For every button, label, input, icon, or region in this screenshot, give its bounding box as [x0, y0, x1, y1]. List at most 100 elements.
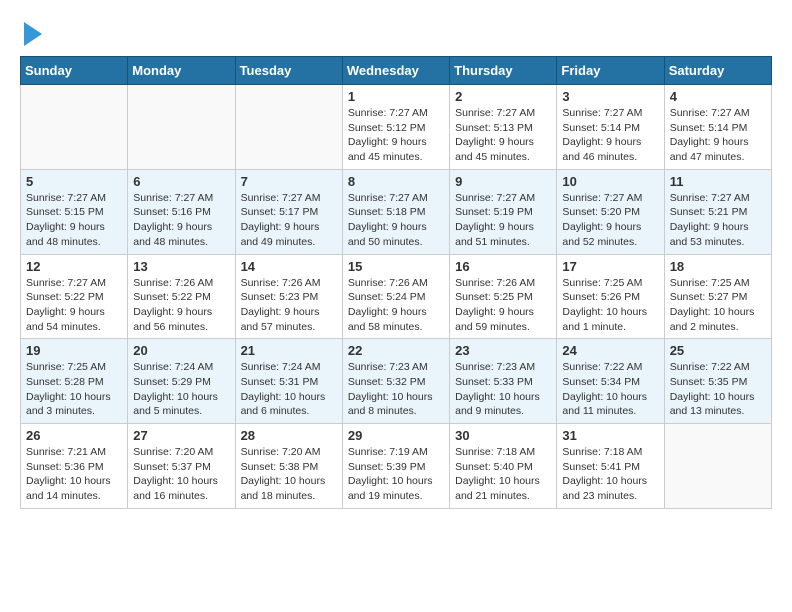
- day-number: 25: [670, 343, 766, 358]
- day-info: Sunrise: 7:27 AM Sunset: 5:15 PM Dayligh…: [26, 191, 122, 250]
- calendar-cell: [128, 85, 235, 170]
- day-info: Sunrise: 7:23 AM Sunset: 5:32 PM Dayligh…: [348, 360, 444, 419]
- day-info: Sunrise: 7:27 AM Sunset: 5:14 PM Dayligh…: [562, 106, 658, 165]
- day-number: 15: [348, 259, 444, 274]
- day-info: Sunrise: 7:18 AM Sunset: 5:41 PM Dayligh…: [562, 445, 658, 504]
- day-number: 10: [562, 174, 658, 189]
- weekday-header-saturday: Saturday: [664, 57, 771, 85]
- weekday-header-row: SundayMondayTuesdayWednesdayThursdayFrid…: [21, 57, 772, 85]
- calendar-cell: 30 Sunrise: 7:18 AM Sunset: 5:40 PM Dayli…: [450, 424, 557, 509]
- day-info: Sunrise: 7:27 AM Sunset: 5:12 PM Dayligh…: [348, 106, 444, 165]
- calendar-cell: 4 Sunrise: 7:27 AM Sunset: 5:14 PM Daylig…: [664, 85, 771, 170]
- calendar-cell: 31 Sunrise: 7:18 AM Sunset: 5:41 PM Dayli…: [557, 424, 664, 509]
- calendar-cell: 11Sunrise: 7:27 AM Sunset: 5:21 PM Dayli…: [664, 169, 771, 254]
- day-info: Sunrise: 7:20 AM Sunset: 5:38 PM Dayligh…: [241, 445, 337, 504]
- day-number: 22: [348, 343, 444, 358]
- day-info: Sunrise: 7:24 AM Sunset: 5:31 PM Dayligh…: [241, 360, 337, 419]
- calendar-cell: 12 Sunrise: 7:27 AM Sunset: 5:22 PM Dayli…: [21, 254, 128, 339]
- calendar-table: SundayMondayTuesdayWednesdayThursdayFrid…: [20, 56, 772, 509]
- week-row-3: 12 Sunrise: 7:27 AM Sunset: 5:22 PM Dayli…: [21, 254, 772, 339]
- calendar-cell: 19 Sunrise: 7:25 AM Sunset: 5:28 PM Dayli…: [21, 339, 128, 424]
- weekday-header-wednesday: Wednesday: [342, 57, 449, 85]
- calendar-cell: 28 Sunrise: 7:20 AM Sunset: 5:38 PM Dayli…: [235, 424, 342, 509]
- day-number: 31: [562, 428, 658, 443]
- day-number: 12: [26, 259, 122, 274]
- day-info: Sunrise: 7:24 AM Sunset: 5:29 PM Dayligh…: [133, 360, 229, 419]
- calendar-cell: 22 Sunrise: 7:23 AM Sunset: 5:32 PM Dayli…: [342, 339, 449, 424]
- calendar-cell: 8 Sunrise: 7:27 AM Sunset: 5:18 PM Daylig…: [342, 169, 449, 254]
- calendar-cell: 24Sunrise: 7:22 AM Sunset: 5:34 PM Dayli…: [557, 339, 664, 424]
- weekday-header-friday: Friday: [557, 57, 664, 85]
- day-number: 29: [348, 428, 444, 443]
- calendar-cell: 17 Sunrise: 7:25 AM Sunset: 5:26 PM Dayli…: [557, 254, 664, 339]
- day-info: Sunrise: 7:26 AM Sunset: 5:22 PM Dayligh…: [133, 276, 229, 335]
- day-info: Sunrise: 7:25 AM Sunset: 5:28 PM Dayligh…: [26, 360, 122, 419]
- day-number: 21: [241, 343, 337, 358]
- calendar-cell: 16Sunrise: 7:26 AM Sunset: 5:25 PM Dayli…: [450, 254, 557, 339]
- day-number: 8: [348, 174, 444, 189]
- day-info: Sunrise: 7:25 AM Sunset: 5:26 PM Dayligh…: [562, 276, 658, 335]
- calendar-cell: 7 Sunrise: 7:27 AM Sunset: 5:17 PM Daylig…: [235, 169, 342, 254]
- day-number: 16: [455, 259, 551, 274]
- day-number: 7: [241, 174, 337, 189]
- day-number: 23: [455, 343, 551, 358]
- day-info: Sunrise: 7:19 AM Sunset: 5:39 PM Dayligh…: [348, 445, 444, 504]
- calendar-cell: 3 Sunrise: 7:27 AM Sunset: 5:14 PM Daylig…: [557, 85, 664, 170]
- logo: [20, 20, 42, 46]
- calendar-cell: 20 Sunrise: 7:24 AM Sunset: 5:29 PM Dayli…: [128, 339, 235, 424]
- day-number: 3: [562, 89, 658, 104]
- day-number: 18: [670, 259, 766, 274]
- weekday-header-sunday: Sunday: [21, 57, 128, 85]
- day-info: Sunrise: 7:22 AM Sunset: 5:35 PM Dayligh…: [670, 360, 766, 419]
- day-info: Sunrise: 7:27 AM Sunset: 5:19 PM Dayligh…: [455, 191, 551, 250]
- day-info: Sunrise: 7:23 AM Sunset: 5:33 PM Dayligh…: [455, 360, 551, 419]
- calendar-cell: 14 Sunrise: 7:26 AM Sunset: 5:23 PM Dayli…: [235, 254, 342, 339]
- calendar-cell: [664, 424, 771, 509]
- calendar-cell: 2Sunrise: 7:27 AM Sunset: 5:13 PM Daylig…: [450, 85, 557, 170]
- day-number: 5: [26, 174, 122, 189]
- day-number: 2: [455, 89, 551, 104]
- calendar-cell: 21 Sunrise: 7:24 AM Sunset: 5:31 PM Dayli…: [235, 339, 342, 424]
- calendar-cell: 9Sunrise: 7:27 AM Sunset: 5:19 PM Daylig…: [450, 169, 557, 254]
- calendar-cell: 23 Sunrise: 7:23 AM Sunset: 5:33 PM Dayli…: [450, 339, 557, 424]
- day-number: 13: [133, 259, 229, 274]
- day-info: Sunrise: 7:27 AM Sunset: 5:17 PM Dayligh…: [241, 191, 337, 250]
- day-info: Sunrise: 7:20 AM Sunset: 5:37 PM Dayligh…: [133, 445, 229, 504]
- day-info: Sunrise: 7:25 AM Sunset: 5:27 PM Dayligh…: [670, 276, 766, 335]
- day-number: 6: [133, 174, 229, 189]
- day-info: Sunrise: 7:18 AM Sunset: 5:40 PM Dayligh…: [455, 445, 551, 504]
- calendar-cell: 5 Sunrise: 7:27 AM Sunset: 5:15 PM Daylig…: [21, 169, 128, 254]
- day-number: 4: [670, 89, 766, 104]
- calendar-cell: 1 Sunrise: 7:27 AM Sunset: 5:12 PM Daylig…: [342, 85, 449, 170]
- day-number: 20: [133, 343, 229, 358]
- week-row-5: 26 Sunrise: 7:21 AM Sunset: 5:36 PM Dayli…: [21, 424, 772, 509]
- day-number: 26: [26, 428, 122, 443]
- day-info: Sunrise: 7:21 AM Sunset: 5:36 PM Dayligh…: [26, 445, 122, 504]
- calendar-cell: [235, 85, 342, 170]
- day-number: 14: [241, 259, 337, 274]
- calendar-cell: 26 Sunrise: 7:21 AM Sunset: 5:36 PM Dayli…: [21, 424, 128, 509]
- day-number: 19: [26, 343, 122, 358]
- day-info: Sunrise: 7:27 AM Sunset: 5:22 PM Dayligh…: [26, 276, 122, 335]
- day-info: Sunrise: 7:26 AM Sunset: 5:23 PM Dayligh…: [241, 276, 337, 335]
- calendar-cell: 27 Sunrise: 7:20 AM Sunset: 5:37 PM Dayli…: [128, 424, 235, 509]
- day-number: 30: [455, 428, 551, 443]
- calendar-cell: 25 Sunrise: 7:22 AM Sunset: 5:35 PM Dayli…: [664, 339, 771, 424]
- day-number: 28: [241, 428, 337, 443]
- weekday-header-thursday: Thursday: [450, 57, 557, 85]
- day-number: 11: [670, 174, 766, 189]
- day-info: Sunrise: 7:26 AM Sunset: 5:24 PM Dayligh…: [348, 276, 444, 335]
- day-number: 27: [133, 428, 229, 443]
- calendar-cell: [21, 85, 128, 170]
- day-number: 1: [348, 89, 444, 104]
- weekday-header-monday: Monday: [128, 57, 235, 85]
- day-info: Sunrise: 7:27 AM Sunset: 5:14 PM Dayligh…: [670, 106, 766, 165]
- week-row-1: 1 Sunrise: 7:27 AM Sunset: 5:12 PM Daylig…: [21, 85, 772, 170]
- calendar-cell: 15 Sunrise: 7:26 AM Sunset: 5:24 PM Dayli…: [342, 254, 449, 339]
- calendar-cell: 18 Sunrise: 7:25 AM Sunset: 5:27 PM Dayli…: [664, 254, 771, 339]
- day-info: Sunrise: 7:27 AM Sunset: 5:20 PM Dayligh…: [562, 191, 658, 250]
- day-info: Sunrise: 7:27 AM Sunset: 5:18 PM Dayligh…: [348, 191, 444, 250]
- day-number: 17: [562, 259, 658, 274]
- calendar-cell: 6 Sunrise: 7:27 AM Sunset: 5:16 PM Daylig…: [128, 169, 235, 254]
- day-info: Sunrise: 7:27 AM Sunset: 5:16 PM Dayligh…: [133, 191, 229, 250]
